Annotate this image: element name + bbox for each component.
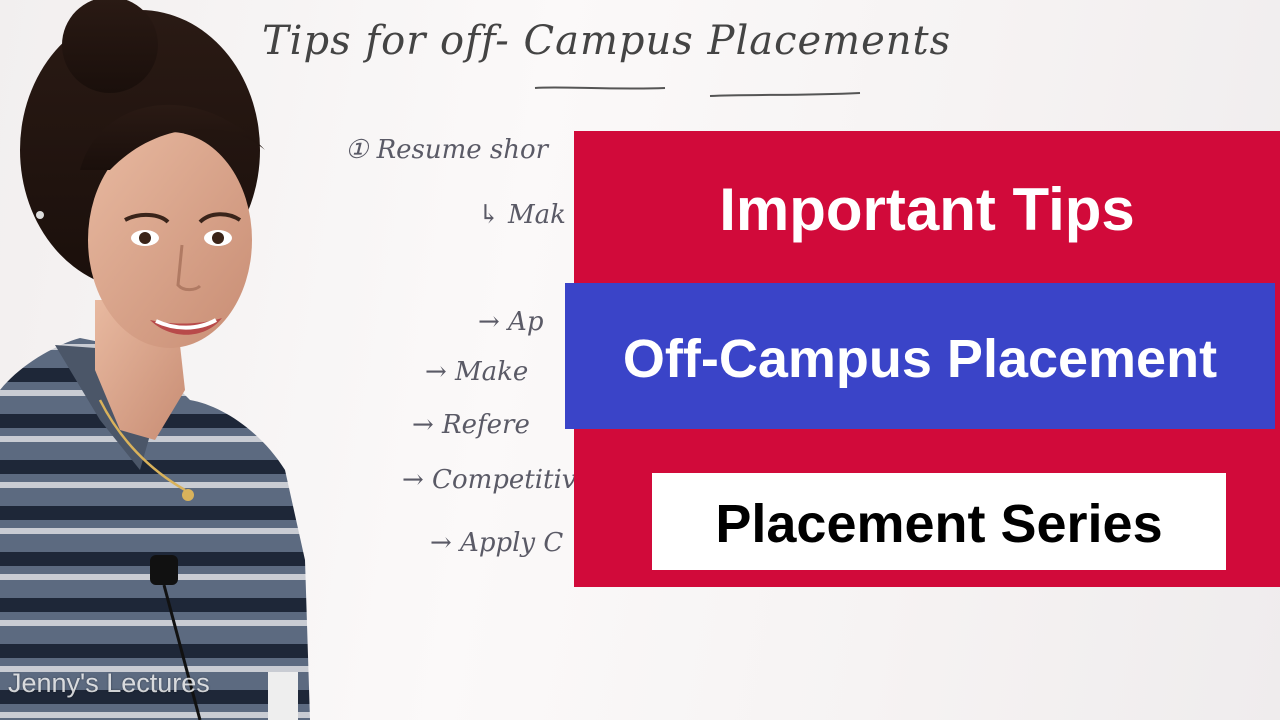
channel-watermark: Jenny's Lectures [8,668,210,698]
subject-text: Off-Campus Placement [622,329,1218,389]
thumbnail-scene: Tips for off- Campus Placements ① Resume… [0,0,1280,720]
headline-text: Important Tips [719,176,1135,243]
series-text: Placement Series [715,494,1163,554]
